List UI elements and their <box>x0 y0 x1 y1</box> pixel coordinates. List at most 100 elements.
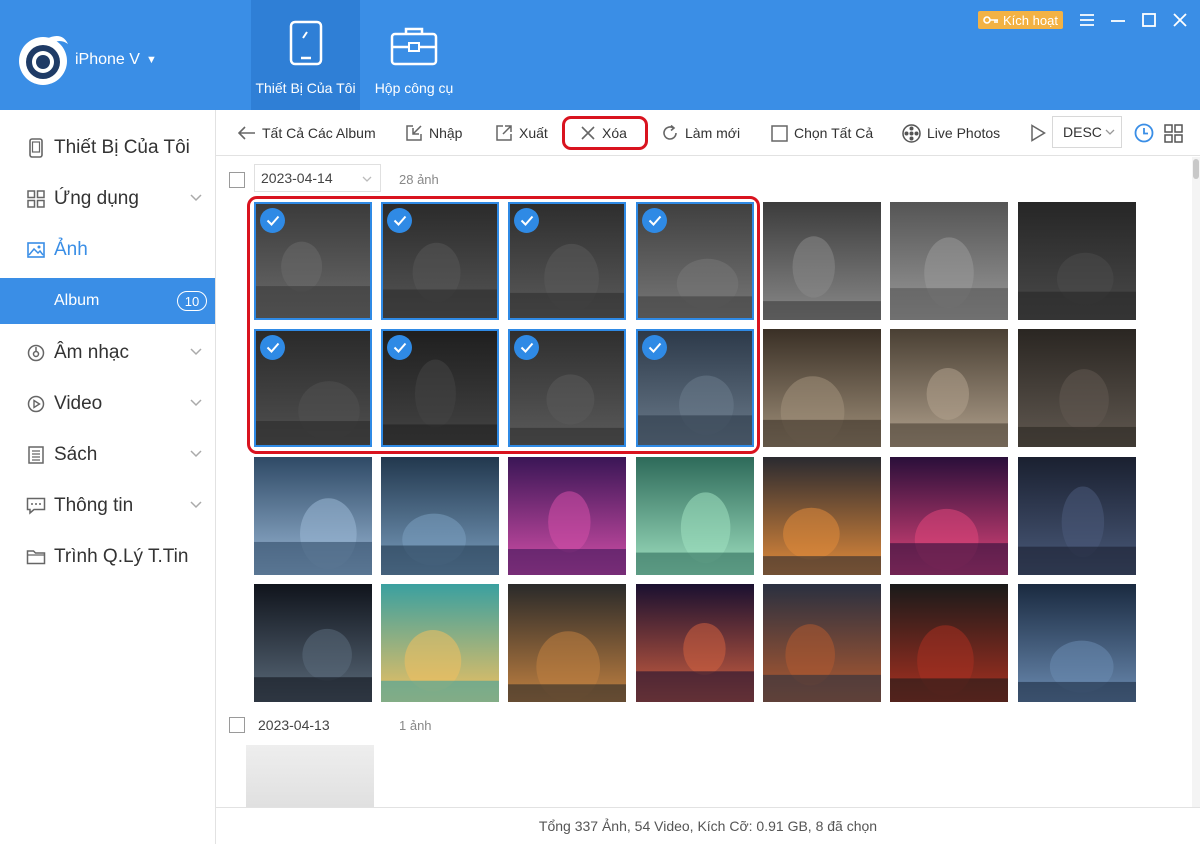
photo-image <box>763 329 881 447</box>
photo-image <box>890 202 1008 320</box>
refresh-button[interactable]: Làm mới <box>661 110 740 156</box>
photo-thumbnail[interactable] <box>1018 202 1136 320</box>
select-all-label: Chọn Tất Cả <box>794 125 874 141</box>
import-button[interactable]: Nhập <box>405 110 462 156</box>
photo-image <box>254 584 372 702</box>
photo-image <box>763 202 881 320</box>
refresh-label: Làm mới <box>685 125 741 141</box>
menu-button[interactable] <box>1076 9 1098 31</box>
activate-button[interactable]: Kích hoạt <box>978 11 1063 29</box>
grid-view-icon <box>1164 123 1183 143</box>
sort-order-value: DESC <box>1063 124 1102 140</box>
photo-image <box>381 584 499 702</box>
photo-thumbnail[interactable] <box>254 329 372 447</box>
tab-toolbox[interactable]: Hộp công cụ <box>364 0 464 110</box>
photo-thumbnail[interactable] <box>381 202 499 320</box>
photo-image <box>381 457 499 575</box>
chevron-down-icon <box>190 501 202 509</box>
photo-image <box>508 584 626 702</box>
album-count-badge: 10 <box>177 291 207 311</box>
group-date-select[interactable]: 2023-04-14 <box>254 164 381 192</box>
delete-button[interactable]: Xóa <box>580 110 627 156</box>
slideshow-play-button[interactable] <box>1030 110 1046 156</box>
live-photos-button[interactable]: Live Photos <box>902 110 1000 156</box>
photo-thumbnail[interactable] <box>636 584 754 702</box>
photo-thumbnail[interactable] <box>381 329 499 447</box>
group-photo-count: 1 ảnh <box>399 718 432 733</box>
photo-thumbnail[interactable] <box>254 202 372 320</box>
photo-image <box>636 457 754 575</box>
selected-check-icon <box>514 335 539 360</box>
photo-thumbnail[interactable] <box>890 584 1008 702</box>
photo-thumbnail[interactable] <box>763 584 881 702</box>
live-photos-label: Live Photos <box>927 125 1001 141</box>
sidebar-item-photos[interactable]: Ảnh <box>0 228 215 272</box>
caret-down-icon: ▼ <box>145 54 157 66</box>
photo-thumbnail[interactable] <box>890 329 1008 447</box>
app-logo-icon <box>19 35 68 85</box>
photo-thumbnail[interactable] <box>1018 329 1136 447</box>
tab-my-device[interactable]: Thiết Bị Của Tôi <box>251 0 360 110</box>
sidebar-item-album[interactable]: Album 10 <box>0 278 215 324</box>
photo-thumbnail[interactable] <box>508 329 626 447</box>
sidebar-item-my-device[interactable]: Thiết Bị Của Tôi <box>0 126 215 170</box>
group-select-checkbox[interactable] <box>229 717 245 733</box>
sidebar-item-label: Âm nhạc <box>54 342 129 363</box>
photo-image <box>636 584 754 702</box>
selected-check-icon <box>642 208 667 233</box>
maximize-icon <box>1142 13 1156 27</box>
device-selector[interactable]: iPhone V ▼ <box>75 51 157 69</box>
hamburger-icon <box>1080 14 1094 26</box>
photo-thumbnail[interactable] <box>636 202 754 320</box>
back-to-albums-button[interactable]: Tất Cả Các Album <box>238 110 376 156</box>
photo-thumbnail[interactable] <box>508 202 626 320</box>
sidebar-item-books[interactable]: Sách <box>0 433 215 477</box>
photo-image <box>890 584 1008 702</box>
sidebar-item-video[interactable]: Video <box>0 382 215 426</box>
grid-view-button[interactable] <box>1164 110 1183 156</box>
minimize-button[interactable] <box>1107 9 1129 31</box>
scrollbar-thumb[interactable] <box>1193 159 1199 179</box>
photo-thumbnail[interactable] <box>763 329 881 447</box>
photo-thumbnail[interactable] <box>636 457 754 575</box>
group-date: 2023-04-13 <box>258 717 330 733</box>
device-name-label: iPhone V <box>75 51 140 68</box>
photo-thumbnail[interactable] <box>254 584 372 702</box>
photo-thumbnail[interactable] <box>636 329 754 447</box>
video-play-icon <box>26 394 46 414</box>
delete-label: Xóa <box>602 125 627 141</box>
apps-grid-icon <box>26 189 46 209</box>
chevron-down-icon <box>1105 129 1115 135</box>
close-button[interactable] <box>1169 9 1191 31</box>
sidebar-item-apps[interactable]: Ứng dụng <box>0 177 215 221</box>
scrollbar[interactable] <box>1192 157 1200 807</box>
sort-order-select[interactable]: DESC <box>1052 116 1122 148</box>
sidebar-item-file-manager[interactable]: Trình Q.Lý T.Tin <box>0 535 215 579</box>
photo-thumbnail[interactable] <box>1018 584 1136 702</box>
maximize-button[interactable] <box>1138 9 1160 31</box>
photo-thumbnail[interactable] <box>254 457 372 575</box>
photo-content-area: 2023-04-14 28 ảnh 2023-04-13 1 ảnh <box>216 157 1200 807</box>
photo-thumbnail[interactable] <box>246 745 374 807</box>
chevron-down-icon <box>190 399 202 407</box>
sidebar-item-label: Album <box>54 292 100 309</box>
photo-thumbnail[interactable] <box>890 457 1008 575</box>
photo-image <box>1018 457 1136 575</box>
photo-thumbnail[interactable] <box>763 457 881 575</box>
photo-thumbnail[interactable] <box>508 584 626 702</box>
export-icon <box>496 125 512 141</box>
photo-thumbnail[interactable] <box>1018 457 1136 575</box>
timeline-view-button[interactable] <box>1134 110 1154 156</box>
export-button[interactable]: Xuất <box>495 110 548 156</box>
tablet-icon <box>289 20 322 66</box>
photo-thumbnail[interactable] <box>890 202 1008 320</box>
photo-thumbnail[interactable] <box>381 457 499 575</box>
sidebar-item-music[interactable]: Âm nhạc <box>0 331 215 375</box>
group-select-checkbox[interactable] <box>229 172 245 188</box>
select-all-button[interactable]: Chọn Tất Cả <box>771 110 873 156</box>
sidebar-item-messages[interactable]: Thông tin <box>0 484 215 528</box>
status-bar: Tổng 337 Ảnh, 54 Video, Kích Cỡ: 0.91 GB… <box>216 807 1200 844</box>
photo-thumbnail[interactable] <box>381 584 499 702</box>
photo-thumbnail[interactable] <box>763 202 881 320</box>
photo-thumbnail[interactable] <box>508 457 626 575</box>
